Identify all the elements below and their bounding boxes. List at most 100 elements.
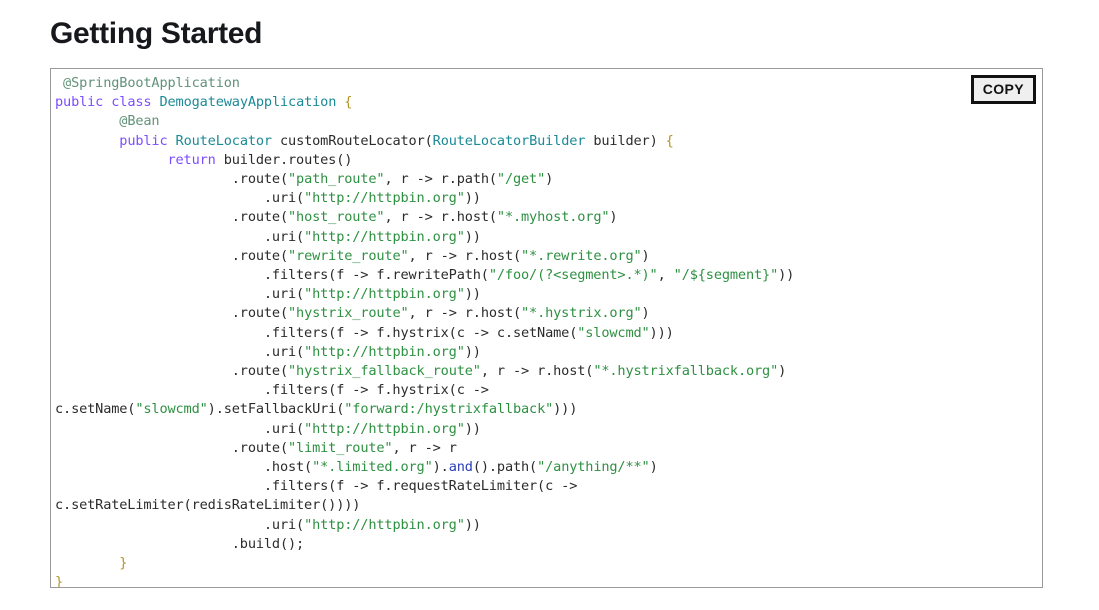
code-token-plain: )) [464, 420, 481, 437]
code-token-plain: .uri( [263, 190, 305, 207]
code-token-plain: .route( [231, 439, 289, 456]
code-token-plain: , r -> r.path( [384, 171, 497, 188]
code-token-str: "http://httpbin.org" [304, 516, 465, 533]
code-token-str: "/get" [496, 171, 546, 188]
code-line: .uri("http://httpbin.org")) [55, 420, 794, 439]
code-block[interactable]: @SpringBootApplication public class Demo… [51, 69, 794, 587]
code-token-kw: public [55, 94, 104, 111]
code-token-str: "limit_route" [288, 439, 393, 456]
code-line: public RouteLocator customRouteLocator(R… [55, 132, 794, 151]
code-line: @Bean [55, 112, 794, 131]
code-token-str: "http://httpbin.org" [304, 286, 465, 303]
code-token-plain: .filters(f -> f.rewritePath( [263, 267, 489, 284]
code-token-str: "slowcmd" [135, 401, 208, 418]
code-token-ann: @SpringBootApplication [63, 75, 240, 91]
code-token-plain: , r -> r.host( [408, 247, 522, 264]
page-root: Getting Started COPY @SpringBootApplicat… [0, 0, 1099, 610]
code-token-str: "/${segment}" [673, 267, 779, 284]
code-token-str: "*.hystrixfallback.org" [593, 363, 779, 380]
code-token-kw: class [111, 94, 152, 111]
code-token-plain: .route( [231, 305, 289, 322]
code-line: .uri("http://httpbin.org")) [55, 228, 794, 247]
code-token-plain: , [657, 267, 674, 284]
copy-button[interactable]: COPY [970, 75, 1036, 104]
code-token-plain: .host( [263, 459, 313, 476]
code-line: c.setRateLimiter(redisRateLimiter()))) [55, 496, 794, 515]
code-line: .uri("http://httpbin.org")) [55, 189, 794, 208]
code-line: .uri("http://httpbin.org")) [55, 285, 794, 304]
code-token-str: "*.hystrix.org" [521, 305, 642, 322]
code-token-kw: public [119, 132, 168, 149]
code-line: @SpringBootApplication [55, 74, 794, 93]
code-line: .uri("http://httpbin.org")) [55, 343, 794, 362]
code-token-plain: .route( [231, 171, 289, 188]
code-token-ann: @Bean [119, 113, 160, 130]
code-token-plain: ) [641, 247, 650, 264]
code-token-brace: { [344, 94, 353, 111]
code-token-brace: { [665, 132, 674, 149]
code-token-plain: , r -> r.host( [384, 209, 497, 226]
code-line: public class DemogatewayApplication { [55, 93, 794, 112]
code-token-plain: )) [464, 516, 481, 533]
code-token-plain: .uri( [263, 420, 305, 437]
code-token-plain: )) [464, 190, 481, 207]
code-token-plain: ) [545, 171, 554, 188]
code-token-type: RouteLocatorBuilder [432, 132, 586, 149]
code-token-plain: customRouteLocator( [271, 132, 433, 149]
code-token-type: RouteLocator [175, 132, 273, 149]
code-token-plain: , r -> r.host( [480, 363, 594, 380]
code-token-str: "slowcmd" [577, 324, 650, 341]
code-token-plain: ) [609, 209, 618, 226]
code-token-plain: ).setFallbackUri( [207, 401, 345, 418]
code-token-str: "hystrix_fallback_route" [288, 363, 481, 380]
code-line: c.setName("slowcmd").setFallbackUri("for… [55, 400, 794, 419]
code-token-plain: .uri( [263, 343, 305, 360]
code-token-str: "host_route" [288, 209, 385, 226]
code-token-plain: c.setRateLimiter(redisRateLimiter()))) [55, 497, 361, 514]
code-token-plain: .uri( [263, 286, 305, 303]
code-token-plain: , r -> r [392, 439, 457, 456]
code-line: .host("*.limited.org").and().path("/anyt… [55, 458, 794, 477]
code-line: } [55, 554, 794, 573]
code-line: return builder.routes() [55, 151, 794, 170]
code-token-str: "/anything/**" [537, 459, 650, 476]
code-token-plain: builder.routes() [215, 151, 353, 168]
code-token-plain: )) [778, 267, 795, 284]
code-token-plain: .filters(f -> f.hystrix(c -> c.setName( [263, 324, 578, 341]
code-token-plain: builder) [585, 132, 666, 149]
code-token-str: "http://httpbin.org" [304, 190, 465, 207]
code-line: .filters(f -> f.rewritePath("/foo/(?<seg… [55, 266, 794, 285]
code-token-str: "rewrite_route" [288, 247, 409, 264]
code-token-str: "forward:/hystrixfallback" [344, 401, 554, 418]
code-token-type: DemogatewayApplication [159, 94, 337, 111]
code-token-str: "*.rewrite.org" [521, 247, 642, 264]
code-token-plain: .route( [231, 209, 289, 226]
code-token-plain: .filters(f -> f.hystrix(c -> [263, 382, 489, 399]
code-token-brace: } [119, 555, 128, 572]
code-panel: COPY @SpringBootApplication public class… [50, 68, 1043, 588]
code-line: .filters(f -> f.requestRateLimiter(c -> [55, 477, 794, 496]
code-token-plain: ) [641, 305, 650, 322]
code-token-plain: ). [432, 459, 449, 476]
code-token-plain: .uri( [263, 228, 305, 245]
code-line: .filters(f -> f.hystrix(c -> [55, 381, 794, 400]
code-token-blue: and [448, 459, 473, 476]
code-token-str: "http://httpbin.org" [304, 420, 465, 437]
